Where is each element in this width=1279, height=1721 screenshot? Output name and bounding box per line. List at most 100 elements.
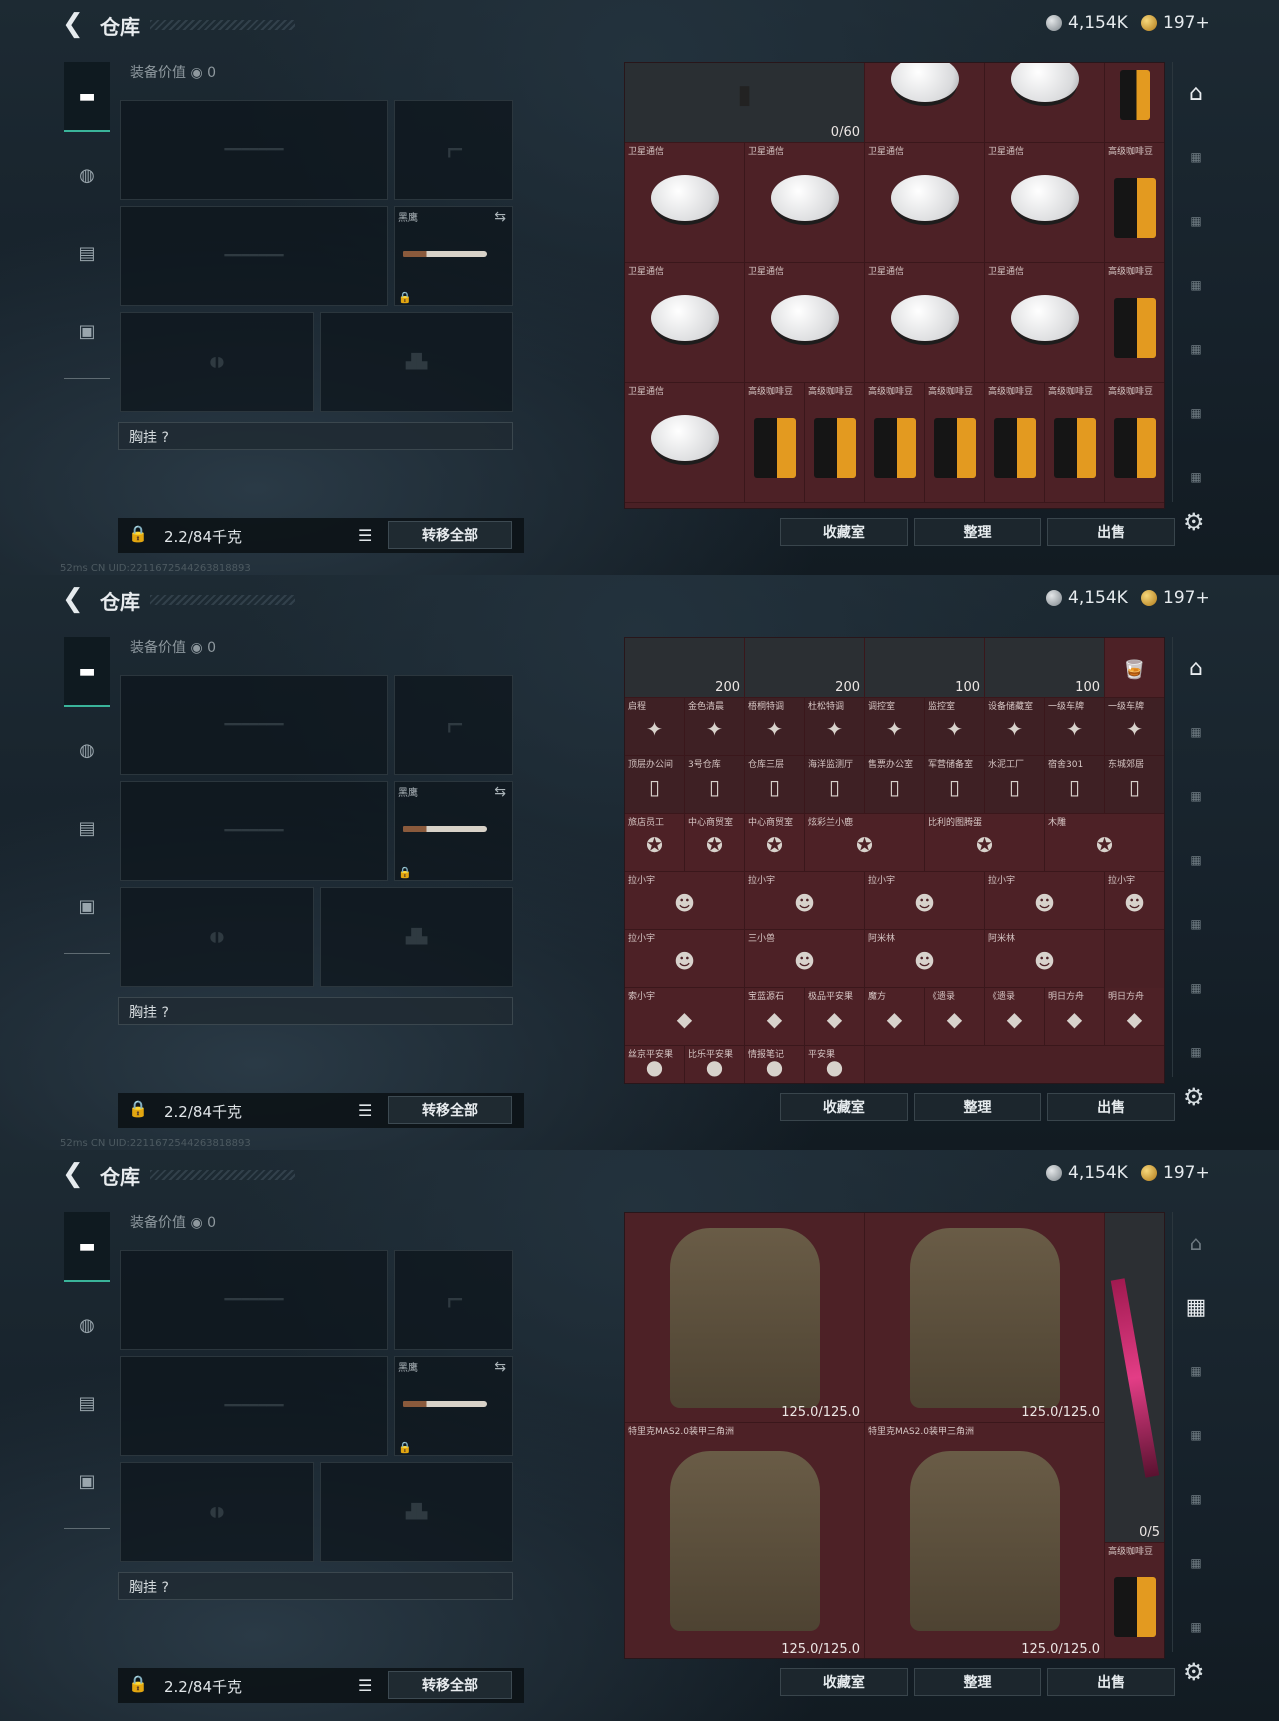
item-cell[interactable]: 设备储藏室 ✦ bbox=[985, 698, 1045, 756]
item-cell[interactable]: 高级咖啡豆 bbox=[745, 383, 805, 503]
item-cell[interactable]: 一级车牌 ✦ bbox=[1105, 698, 1164, 756]
swap-icon[interactable]: ⇆ bbox=[494, 784, 506, 800]
item-cell[interactable]: 高级咖啡豆 bbox=[1105, 143, 1164, 263]
tab-armor[interactable]: ▤ bbox=[64, 218, 110, 288]
back-arrow-icon[interactable]: ❮ bbox=[62, 1161, 84, 1187]
container-tab-icon[interactable]: ▦ bbox=[1181, 845, 1211, 875]
item-cell[interactable]: 索小宇 ◆ bbox=[625, 988, 745, 1046]
gear-icon[interactable]: ⚙ bbox=[1183, 508, 1205, 536]
item-cell[interactable] bbox=[865, 63, 985, 143]
container-tab-icon[interactable]: ▦ bbox=[1181, 717, 1211, 747]
item-cell[interactable]: 梧桐特调 ✦ bbox=[745, 698, 805, 756]
item-cell[interactable]: 杜松特调 ✦ bbox=[805, 698, 865, 756]
tab-case[interactable]: ▣ bbox=[64, 1446, 110, 1516]
item-cell[interactable]: 100 bbox=[985, 638, 1105, 698]
item-cell[interactable]: 卫星通信 bbox=[745, 143, 865, 263]
pistol-slot[interactable]: ┏━ bbox=[394, 100, 513, 200]
item-cell[interactable]: 顶层办公间 ▯ bbox=[625, 756, 685, 814]
list-icon[interactable]: ☰ bbox=[358, 1101, 372, 1120]
item-cell[interactable]: 《遗录 ◆ bbox=[925, 988, 985, 1046]
armor-slot[interactable]: ▟▙ bbox=[320, 312, 513, 412]
sell-button[interactable]: 出售 bbox=[1047, 1668, 1176, 1696]
item-cell[interactable]: 特里克MAS2.0装甲三角洲 125.0/125.0 bbox=[865, 1423, 1105, 1658]
item-cell[interactable]: 卫星通信 bbox=[985, 263, 1105, 383]
item-cell[interactable]: 军营储备室 ▯ bbox=[925, 756, 985, 814]
item-cell[interactable]: 🥃 bbox=[1105, 638, 1164, 698]
list-icon[interactable]: ☰ bbox=[358, 1676, 372, 1695]
item-cell[interactable]: 明日方舟 ◆ bbox=[1105, 988, 1164, 1046]
pistol-slot[interactable]: ┏━ bbox=[394, 675, 513, 775]
primary-weapon-slot[interactable]: ━━━━━━━ bbox=[120, 100, 388, 200]
list-icon[interactable]: ☰ bbox=[358, 526, 372, 545]
organize-button[interactable]: 整理 bbox=[913, 1668, 1042, 1696]
chest-rig-header[interactable]: 胸挂 ? bbox=[118, 997, 513, 1025]
item-cell[interactable]: 三小兽 ☻ bbox=[745, 930, 865, 988]
item-cell[interactable]: 启程 ✦ bbox=[625, 698, 685, 756]
item-cell[interactable]: 拉小宇 ☻ bbox=[985, 872, 1105, 930]
swap-icon[interactable]: ⇆ bbox=[494, 1359, 506, 1375]
item-cell[interactable] bbox=[1105, 63, 1164, 143]
collection-room-button[interactable]: 收藏室 bbox=[780, 1093, 908, 1121]
gold-currency[interactable]: 197+ bbox=[1141, 13, 1210, 33]
tab-weapons[interactable]: ▬ bbox=[64, 1212, 110, 1282]
item-cell[interactable]: 中心商贸室 ✪ bbox=[685, 814, 745, 872]
container-tab-icon[interactable]: ▦ bbox=[1181, 1548, 1211, 1578]
lock-icon[interactable]: 🔒 bbox=[128, 524, 148, 543]
tab-helmet[interactable]: ◍ bbox=[64, 1290, 110, 1360]
container-tab-icon[interactable]: ▦ bbox=[1181, 1356, 1211, 1386]
container-tab-icon[interactable]: ▦ bbox=[1181, 1420, 1211, 1450]
item-cell[interactable]: 监控室 ✦ bbox=[925, 698, 985, 756]
tab-weapons[interactable]: ▬ bbox=[64, 62, 110, 132]
container-tab-icon[interactable]: ▦ bbox=[1181, 1484, 1211, 1514]
item-cell[interactable]: 拉小宇 ☻ bbox=[625, 872, 745, 930]
item-cell[interactable] bbox=[985, 63, 1105, 143]
helmet-slot[interactable]: ◖◗ bbox=[120, 887, 314, 987]
item-cell[interactable]: 仓库三层 ▯ bbox=[745, 756, 805, 814]
item-cell[interactable]: 一级车牌 ✦ bbox=[1045, 698, 1105, 756]
melee-slot[interactable]: 黑鹰 ⇆ 🔒 bbox=[394, 1356, 513, 1456]
secondary-weapon-slot[interactable]: ━━━━━━━ bbox=[120, 206, 388, 306]
item-cell[interactable]: 卫星通信 bbox=[625, 383, 745, 503]
collection-room-button[interactable]: 收藏室 bbox=[780, 1668, 908, 1696]
item-cell[interactable]: 明日方舟 ◆ bbox=[1045, 988, 1105, 1046]
tab-helmet[interactable]: ◍ bbox=[64, 140, 110, 210]
container-tab-icon[interactable]: ▦ bbox=[1181, 462, 1211, 492]
item-cell[interactable]: 125.0/125.0 bbox=[625, 1213, 865, 1423]
tab-case[interactable]: ▣ bbox=[64, 871, 110, 941]
back-arrow-icon[interactable]: ❮ bbox=[62, 11, 84, 37]
lock-icon[interactable]: 🔒 bbox=[128, 1099, 148, 1118]
item-cell[interactable]: 宝蓝源石 ◆ bbox=[745, 988, 805, 1046]
warehouse-icon[interactable]: ⌂ bbox=[1181, 1228, 1211, 1258]
item-cell[interactable]: 平安果 ● bbox=[805, 1046, 865, 1083]
transfer-all-button[interactable]: 转移全部 bbox=[388, 1096, 512, 1124]
item-cell[interactable]: 木雕 ✪ bbox=[1045, 814, 1164, 872]
armor-slot[interactable]: ▟▙ bbox=[320, 887, 513, 987]
chest-rig-header[interactable]: 胸挂 ? bbox=[118, 422, 513, 450]
chest-rig-header[interactable]: 胸挂 ? bbox=[118, 1572, 513, 1600]
item-cell[interactable]: 东城郊居 ▯ bbox=[1105, 756, 1164, 814]
item-cell[interactable]: 高级咖啡豆 bbox=[1045, 383, 1105, 503]
item-cell[interactable]: 情报笔记 ● bbox=[745, 1046, 805, 1083]
helmet-slot[interactable]: ◖◗ bbox=[120, 1462, 314, 1562]
organize-button[interactable]: 整理 bbox=[913, 1093, 1042, 1121]
gold-currency[interactable]: 197+ bbox=[1141, 588, 1210, 608]
container-tab-icon[interactable]: ▦ bbox=[1181, 781, 1211, 811]
item-cell[interactable]: 高级咖啡豆 bbox=[805, 383, 865, 503]
item-cell[interactable]: 宿舍301 ▯ bbox=[1045, 756, 1105, 814]
item-cell[interactable]: 100 bbox=[865, 638, 985, 698]
item-cell[interactable]: 旅店员工 ✪ bbox=[625, 814, 685, 872]
container-tab-icon[interactable]: ▦ bbox=[1181, 270, 1211, 300]
container-tab-icon[interactable]: ▦ bbox=[1181, 1037, 1211, 1067]
item-cell[interactable]: ▮ 0/60 bbox=[625, 63, 865, 143]
transfer-all-button[interactable]: 转移全部 bbox=[388, 1671, 512, 1699]
item-cell[interactable]: 高级咖啡豆 bbox=[1105, 1543, 1164, 1658]
item-cell[interactable]: 高级咖啡豆 bbox=[1105, 263, 1164, 383]
item-cell[interactable]: 200 bbox=[625, 638, 745, 698]
item-cell[interactable]: 比利的图腾蛋 ✪ bbox=[925, 814, 1045, 872]
item-cell[interactable]: 高级咖啡豆 bbox=[1105, 383, 1164, 503]
melee-slot[interactable]: 黑鹰 ⇆ 🔒 bbox=[394, 206, 513, 306]
item-cell[interactable]: 125.0/125.0 bbox=[865, 1213, 1105, 1423]
organize-button[interactable]: 整理 bbox=[913, 518, 1042, 546]
item-cell[interactable]: 拉小宇 ☻ bbox=[1105, 872, 1164, 930]
gold-currency[interactable]: 197+ bbox=[1141, 1163, 1210, 1183]
